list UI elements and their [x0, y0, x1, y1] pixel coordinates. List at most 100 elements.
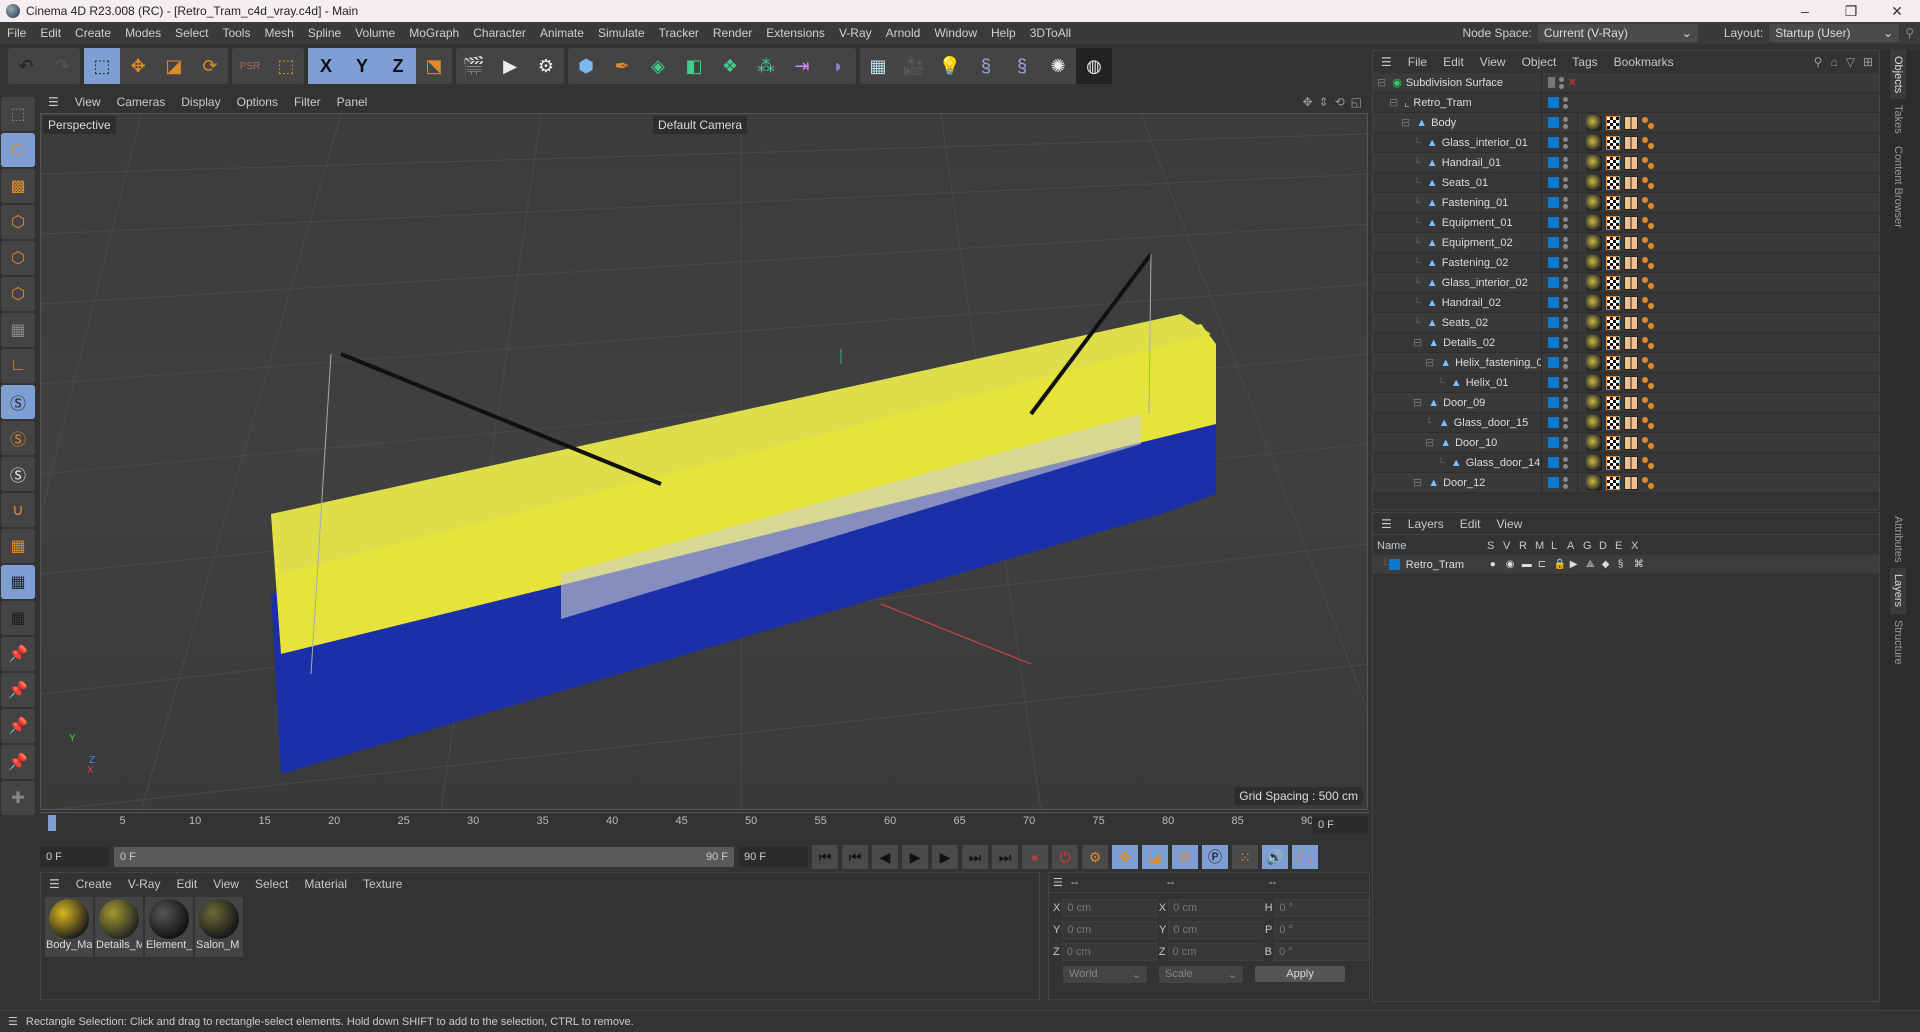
uvw-tag-icon[interactable] — [1624, 295, 1638, 310]
uvw-tag-icon[interactable] — [1624, 375, 1638, 390]
visibility-dots-icon[interactable] — [1563, 296, 1568, 309]
object-row[interactable]: ⊟ ▲ Helix_fastening_04 — [1373, 352, 1879, 373]
object-row[interactable]: └ ▲ Equipment_02 — [1373, 232, 1879, 253]
coord-system-icon[interactable]: ⬔ — [416, 48, 452, 84]
object-row[interactable]: └ ▲ Glass_door_15 — [1373, 412, 1879, 433]
viewport-perspective[interactable]: Perspective Default Camera Grid Spacing … — [40, 113, 1368, 810]
filter-icon[interactable]: ▽ — [1846, 55, 1855, 69]
uv-mode-icon[interactable]: ▦ — [1, 313, 35, 347]
expand-toggle-icon[interactable]: ⊟ — [1389, 96, 1398, 109]
material-tag-icon[interactable] — [1586, 174, 1602, 191]
selection-tag-icon[interactable] — [1642, 236, 1654, 249]
layer-color-icon[interactable] — [1548, 137, 1559, 148]
uvw-tag-icon[interactable] — [1624, 315, 1638, 330]
viewport-menu-filter[interactable]: Filter — [286, 95, 329, 109]
live-select-icon[interactable]: ⬚ — [268, 48, 304, 84]
menu-simulate[interactable]: Simulate — [591, 26, 652, 40]
uvw-tag-icon[interactable] — [1624, 255, 1638, 270]
python-icon[interactable]: § — [968, 48, 1004, 84]
uvw-tag-icon[interactable] — [1624, 395, 1638, 410]
hamburger-menu-icon[interactable]: ☰ — [1053, 876, 1063, 889]
uvw-tag-icon[interactable] — [1624, 335, 1638, 350]
material-tag-icon[interactable] — [1586, 474, 1602, 491]
go-to-start-icon[interactable]: ⏮ — [812, 845, 838, 869]
material-tag-icon[interactable] — [1586, 274, 1602, 291]
menu-tracker[interactable]: Tracker — [652, 26, 706, 40]
selection-tag-icon[interactable] — [1642, 156, 1654, 169]
material-tag-icon[interactable] — [1586, 134, 1602, 151]
selection-tag-icon[interactable] — [1642, 136, 1654, 149]
texture-tag-icon[interactable] — [1606, 255, 1620, 270]
material-tag-icon[interactable] — [1586, 354, 1602, 371]
object-row[interactable]: └ ▲ Seats_02 — [1373, 312, 1879, 333]
sound-icon[interactable]: 🔊 — [1262, 845, 1288, 869]
material-tag-icon[interactable] — [1586, 414, 1602, 431]
material-tag-icon[interactable] — [1586, 314, 1602, 331]
visibility-dots-icon[interactable] — [1563, 116, 1568, 129]
texture-tag-icon[interactable] — [1606, 135, 1620, 150]
object-menu-bookmarks[interactable]: Bookmarks — [1606, 55, 1682, 69]
film-icon[interactable]: ▤ — [1292, 845, 1318, 869]
selection-tag-icon[interactable] — [1642, 296, 1654, 309]
expand-toggle-icon[interactable]: ⊟ — [1377, 76, 1386, 89]
selection-tag-icon[interactable] — [1642, 336, 1654, 349]
polygons-mode-icon[interactable]: ⬡ — [1, 277, 35, 311]
layer-column-header[interactable]: L — [1551, 540, 1567, 552]
layer-color-icon[interactable] — [1548, 257, 1559, 268]
material-tag-icon[interactable] — [1586, 214, 1602, 231]
uvw-tag-icon[interactable] — [1624, 215, 1638, 230]
texture-tag-icon[interactable] — [1606, 235, 1620, 250]
texture-tag-icon[interactable] — [1606, 215, 1620, 230]
viewport-menu-view[interactable]: View — [67, 95, 109, 109]
menu-window[interactable]: Window — [927, 26, 984, 40]
floor-icon[interactable]: ▦ — [860, 48, 896, 84]
menu-animate[interactable]: Animate — [533, 26, 591, 40]
visibility-dots-icon[interactable] — [1563, 276, 1568, 289]
close-button[interactable]: ✕ — [1874, 3, 1920, 20]
points-mode-icon[interactable]: ⬡ — [1, 205, 35, 239]
scale-icon[interactable]: ◪ — [156, 48, 192, 84]
uvw-tag-icon[interactable] — [1624, 115, 1638, 130]
node-space-dropdown[interactable]: Current (V-Ray) ⌄ — [1537, 24, 1698, 42]
uvw-tag-icon[interactable] — [1624, 235, 1638, 250]
side-tab-attributes[interactable]: Attributes — [1890, 510, 1906, 568]
side-tab-layers[interactable]: Layers — [1890, 568, 1906, 614]
layer-color-icon[interactable] — [1548, 317, 1559, 328]
material-tag-icon[interactable] — [1586, 254, 1602, 271]
generators-icon[interactable]: ⟁ — [1586, 559, 1602, 570]
hamburger-menu-icon[interactable]: ☰ — [1373, 55, 1400, 69]
autokey-icon[interactable]: ⏻ — [1052, 845, 1078, 869]
expand-toggle-icon[interactable]: ⊟ — [1413, 396, 1422, 409]
layer-color-icon[interactable] — [1548, 437, 1559, 448]
texture-tag-icon[interactable] — [1606, 375, 1620, 390]
new-panel-icon[interactable]: ⊞ — [1863, 55, 1873, 69]
edges-mode-icon[interactable]: ⬡ — [1, 241, 35, 275]
light-icon[interactable]: 💡 — [932, 48, 968, 84]
viewport-menu-options[interactable]: Options — [229, 95, 286, 109]
redo-icon[interactable]: ↷ — [44, 48, 80, 84]
selection-tag-icon[interactable] — [1642, 176, 1654, 189]
snap-enable-icon[interactable]: Ⓢ — [1, 457, 35, 491]
menu-3dtoall[interactable]: 3DToAll — [1023, 26, 1078, 40]
material-menu-view[interactable]: View — [205, 877, 247, 891]
menu-mograph[interactable]: MoGraph — [402, 26, 466, 40]
uvw-tag-icon[interactable] — [1624, 475, 1638, 490]
texture-tag-icon[interactable] — [1606, 435, 1620, 450]
texture-tag-icon[interactable] — [1606, 175, 1620, 190]
snap-settings-icon[interactable]: Ⓢ — [1, 421, 35, 455]
visible-editor-icon[interactable]: ◉ — [1506, 559, 1522, 570]
layer-color-icon[interactable] — [1548, 117, 1559, 128]
axis-mode-icon[interactable]: ∟ — [1, 349, 35, 383]
key-pla-icon[interactable]: ⁙ — [1232, 845, 1258, 869]
object-row[interactable]: ⊟ ▲ Body — [1373, 112, 1879, 133]
material-swatch[interactable]: Details_M — [95, 897, 143, 957]
coord-field[interactable]: 0 cm — [1168, 899, 1263, 917]
texture-tag-icon[interactable] — [1606, 415, 1620, 430]
object-row[interactable]: ⊟ ▲ Door_12 — [1373, 472, 1879, 493]
texture-tag-icon[interactable] — [1606, 395, 1620, 410]
visibility-dots-icon[interactable] — [1563, 256, 1568, 269]
animation-icon[interactable]: ▶ — [1570, 559, 1586, 570]
viewport-menu-display[interactable]: Display — [173, 95, 228, 109]
menu-volume[interactable]: Volume — [348, 26, 402, 40]
menu-arnold[interactable]: Arnold — [879, 26, 928, 40]
